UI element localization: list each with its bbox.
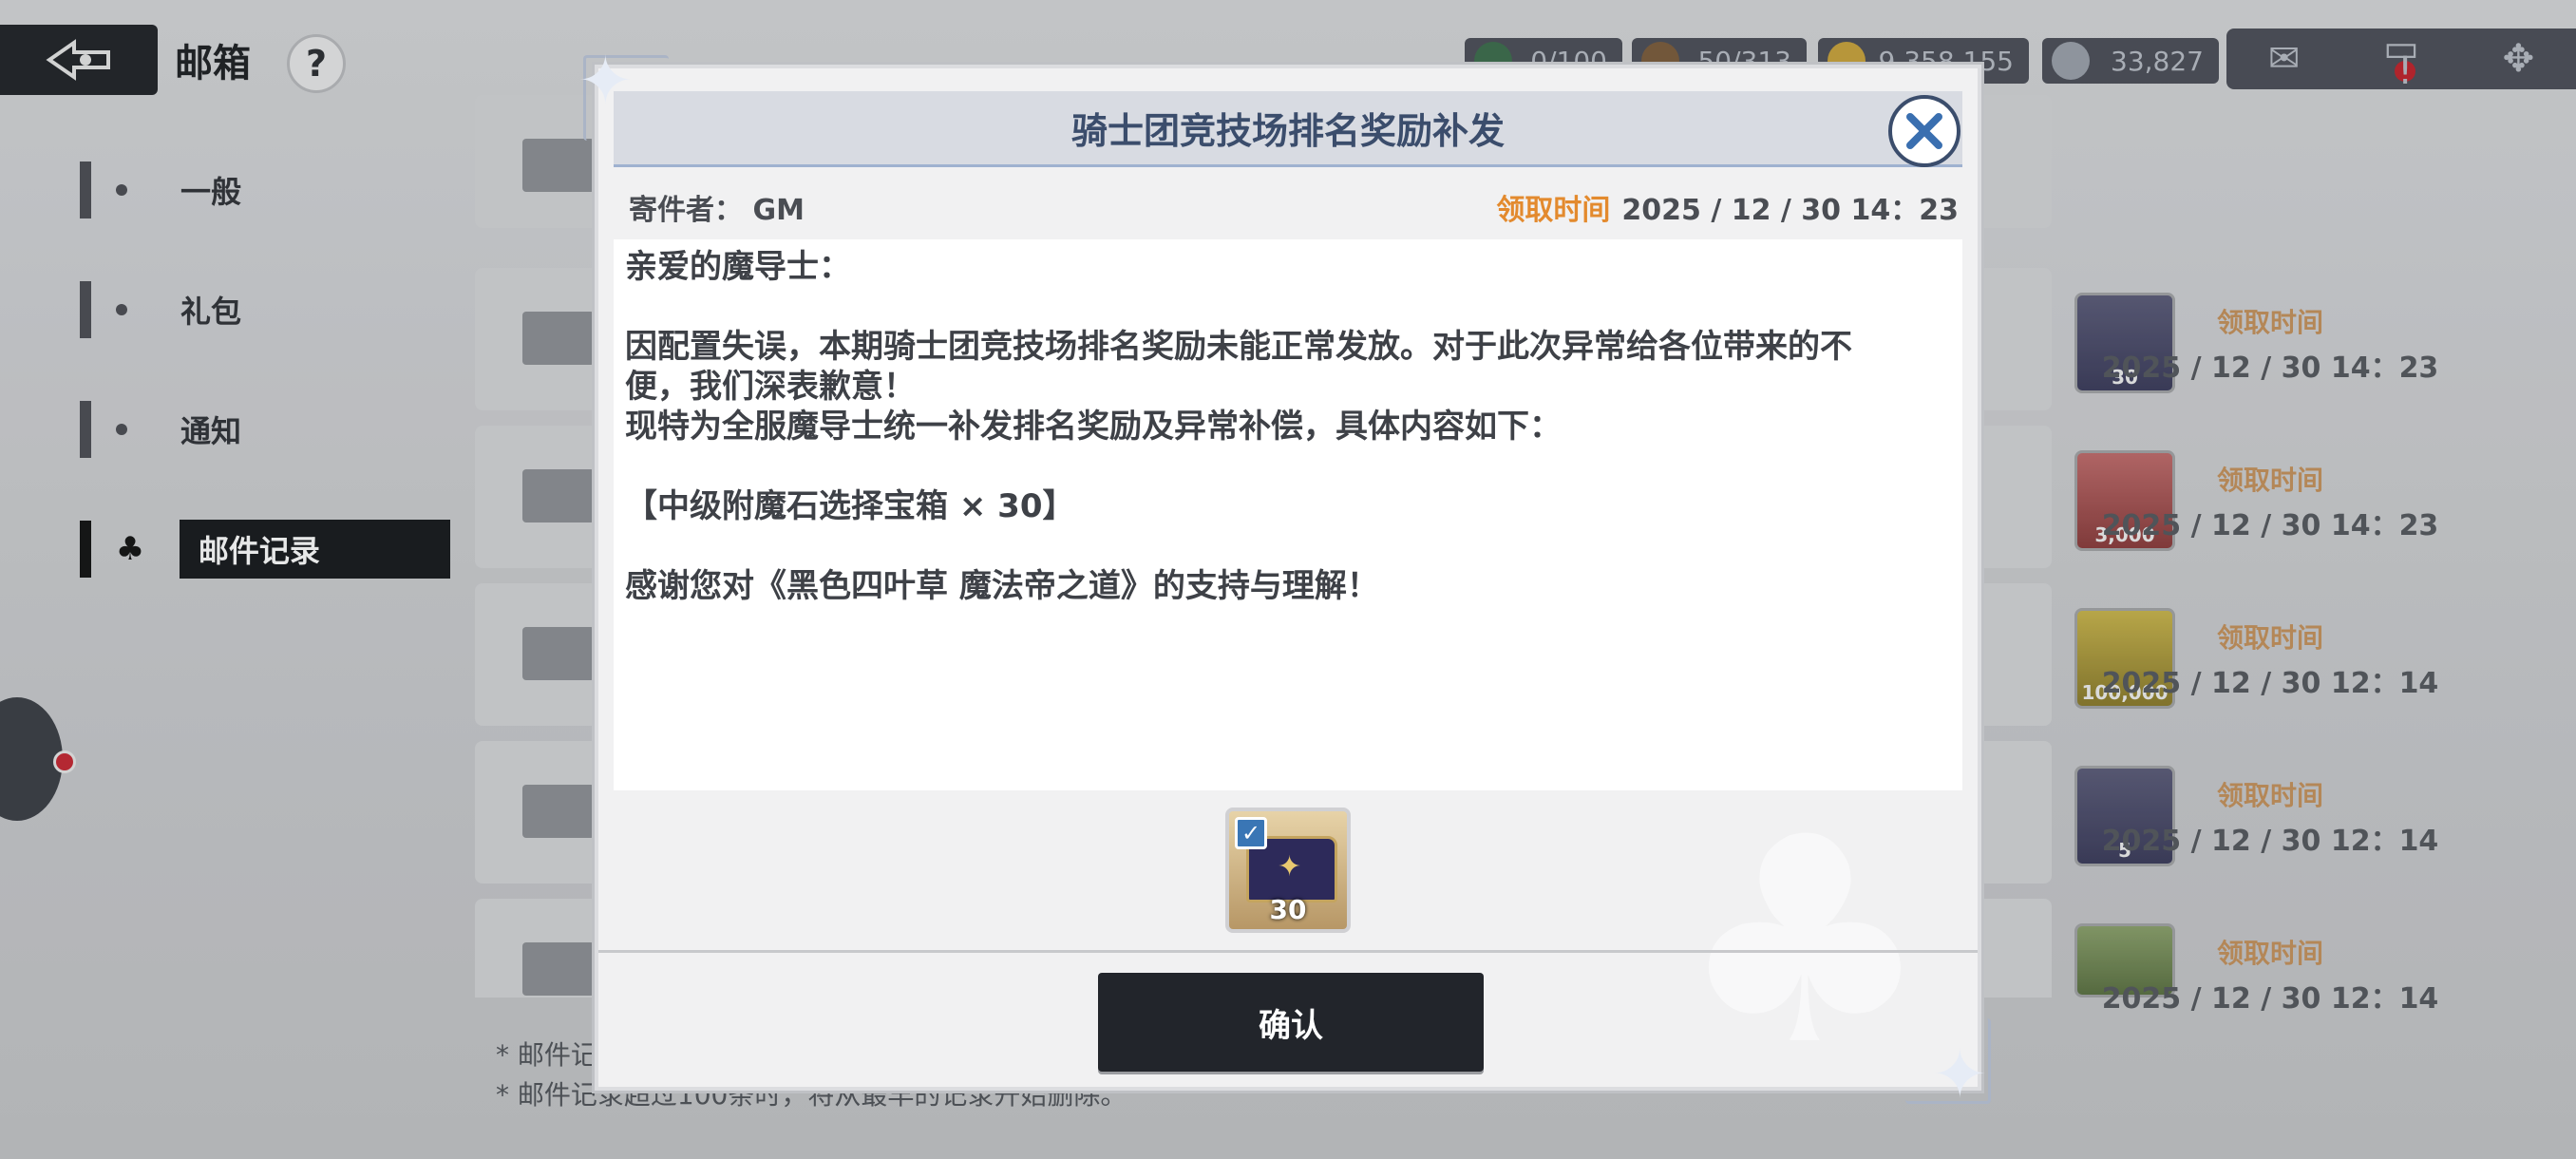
divider xyxy=(598,950,1978,953)
body-line: 【中级附魔石选择宝箱 × 30】 xyxy=(625,487,1075,525)
sparkle-icon: ✦ xyxy=(578,42,634,120)
body-line: 现特为全服魔导士统一补发排名奖励及异常补偿，具体内容如下： xyxy=(625,408,1562,446)
dialog-header: 骑士团竞技场排名奖励补发 xyxy=(614,91,1962,167)
time-value: 2025 / 12 / 30 14：23 xyxy=(1621,194,1959,227)
checkmark-icon: ✓ xyxy=(1235,817,1267,849)
sparkle-icon: ✦ xyxy=(1932,1036,1988,1113)
sender-label: 寄件者： xyxy=(629,194,743,227)
reward-qty: 30 xyxy=(1269,894,1307,925)
mail-detail-dialog: ♣ 骑士团竞技场排名奖励补发 寄件者： GM 领取时间 2025 / 12 / 3… xyxy=(595,65,1981,1091)
body-line xyxy=(625,526,1951,566)
body-line: 因配置失误，本期骑士团竞技场排名奖励未能正常发放。对于此次异常给各位带来的不 xyxy=(625,328,1852,366)
sender-info: 寄件者： GM xyxy=(629,186,805,228)
body-line: 感谢您对《黑色四叶草 魔法帝之道》的支持与理解！ xyxy=(625,567,1379,605)
body-line: 亲爱的魔导士： xyxy=(625,248,851,286)
sender-name: GM xyxy=(752,194,805,227)
body-line xyxy=(625,446,1951,486)
mail-body: 亲爱的魔导士： 因配置失误，本期骑士团竞技场排名奖励未能正常发放。对于此次异常给… xyxy=(614,239,1962,790)
body-line xyxy=(625,287,1951,327)
reward-item[interactable]: ✓ 30 xyxy=(1225,808,1351,933)
close-button[interactable] xyxy=(1888,95,1960,167)
dialog-title: 骑士团竞技场排名奖励补发 xyxy=(1070,110,1505,152)
confirm-button[interactable]: 确认 xyxy=(1098,973,1484,1072)
mail-meta: 寄件者： GM 领取时间 2025 / 12 / 30 14：23 xyxy=(629,186,1959,227)
received-time: 领取时间 2025 / 12 / 30 14：23 xyxy=(1496,186,1959,228)
time-label: 领取时间 xyxy=(1496,194,1611,227)
body-line: 便，我们深表歉意！ xyxy=(625,368,916,406)
close-icon xyxy=(1906,113,1942,149)
